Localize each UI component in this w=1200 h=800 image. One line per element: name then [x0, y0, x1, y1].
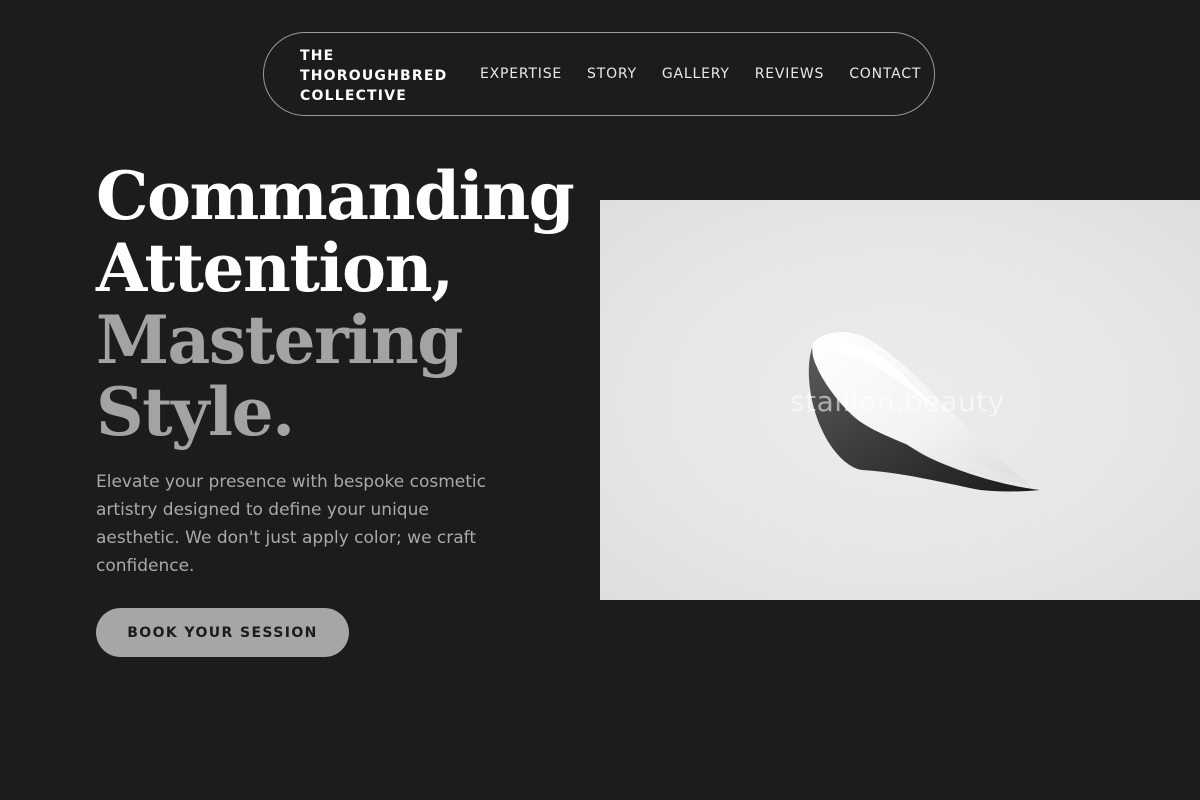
- main-nav: THE THOROUGHBRED COLLECTIVE EXPERTISE ST…: [263, 32, 935, 116]
- page: THE THOROUGHBRED COLLECTIVE EXPERTISE ST…: [0, 0, 1200, 800]
- nav-link-reviews[interactable]: REVIEWS: [755, 66, 824, 82]
- hero-lead-text: Elevate your presence with bespoke cosme…: [96, 472, 486, 576]
- hero-image: stallion.beauty: [600, 200, 1200, 600]
- hero-headline: Commanding Attention, Mastering Style.: [96, 157, 575, 451]
- nav-links: EXPERTISE STORY GALLERY REVIEWS CONTACT: [480, 33, 921, 115]
- nav-link-story[interactable]: STORY: [587, 66, 637, 82]
- brand-line-2: THOROUGHBRED: [300, 68, 448, 84]
- nav-link-expertise[interactable]: EXPERTISE: [480, 66, 562, 82]
- brand-logo[interactable]: THE THOROUGHBRED COLLECTIVE: [300, 46, 447, 106]
- book-session-button[interactable]: BOOK YOUR SESSION: [96, 608, 349, 657]
- image-watermark: stallion.beauty: [790, 385, 1005, 418]
- brand-line-1: THE: [300, 48, 335, 64]
- nav-link-gallery[interactable]: GALLERY: [662, 66, 730, 82]
- headline-line-1: Commanding: [96, 157, 575, 235]
- nav-link-contact[interactable]: CONTACT: [849, 66, 921, 82]
- headline-line-2: Attention,: [96, 229, 454, 307]
- brand-line-3: COLLECTIVE: [300, 88, 408, 104]
- headline-line-4: Style.: [96, 373, 295, 451]
- headline-line-3: Mastering: [96, 301, 463, 379]
